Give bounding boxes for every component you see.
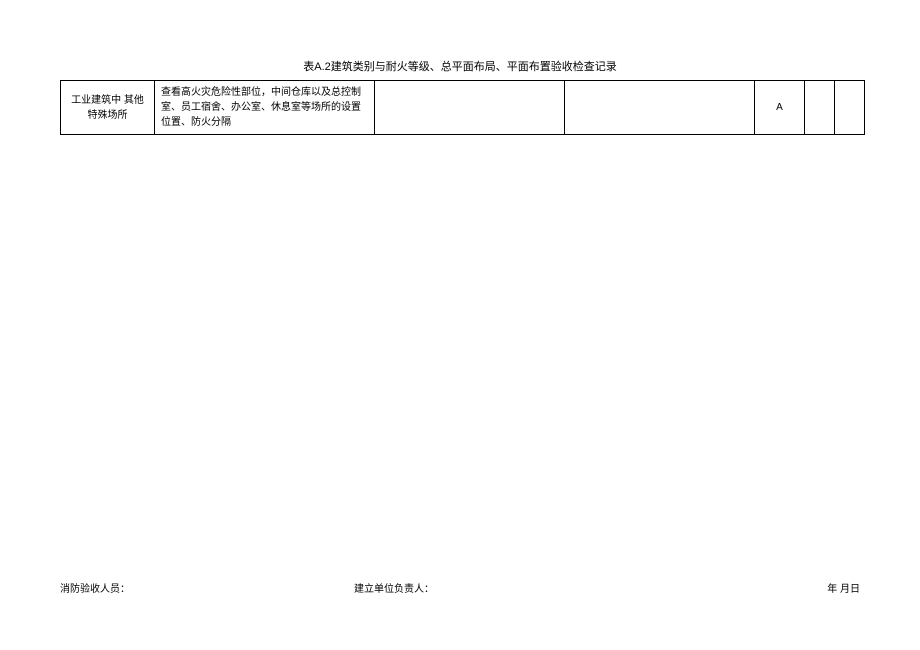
cell-level: A [755, 81, 805, 135]
cell-blank-1 [375, 81, 565, 135]
inspection-table: 工业建筑中 其他特殊场所 查看高火灾危险性部位，中间仓库以及总控制 室、员工宿舍… [60, 80, 865, 135]
page: 表A.2建筑类别与耐火等级、总平面布局、平面布置验收检查记录 工业建筑中 其他特… [0, 0, 920, 650]
footer-center-label: 建立单位负责人： [324, 580, 596, 595]
footer-left-label: 消防验收人员： [60, 580, 324, 595]
cell-blank-2 [565, 81, 755, 135]
cell-category: 工业建筑中 其他特殊场所 [61, 81, 155, 135]
cell-blank-4 [835, 81, 865, 135]
footer: 消防验收人员： 建立单位负责人： 年 月日 [60, 580, 860, 595]
cell-content: 查看高火灾危险性部位，中间仓库以及总控制 室、员工宿舍、办公室、休息室等场所的设… [155, 81, 375, 135]
cell-blank-3 [805, 81, 835, 135]
document-title: 表A.2建筑类别与耐火等级、总平面布局、平面布置验收检查记录 [60, 58, 860, 74]
table-row: 工业建筑中 其他特殊场所 查看高火灾危险性部位，中间仓库以及总控制 室、员工宿舍… [61, 81, 865, 135]
footer-right-label: 年 月日 [596, 580, 860, 595]
